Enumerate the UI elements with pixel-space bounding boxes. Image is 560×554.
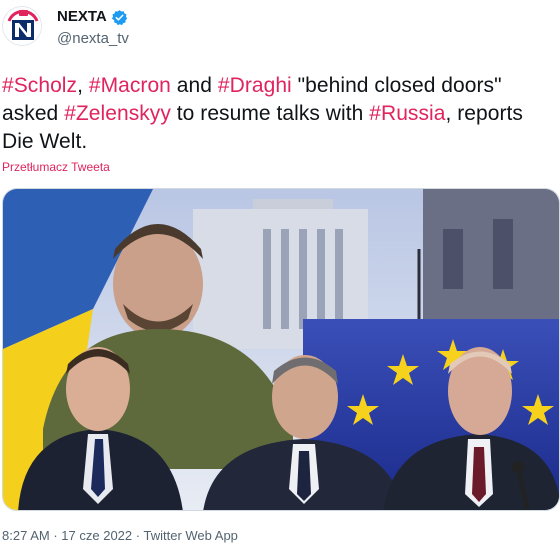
hashtag-link[interactable]: #Russia — [369, 102, 445, 125]
author-name[interactable]: NEXTA — [57, 8, 107, 26]
tweet-meta: 8:27 AM · 17 cze 2022 · Twitter Web App — [2, 528, 238, 544]
hashtag-link[interactable]: #Scholz — [2, 74, 77, 97]
verified-badge-icon — [111, 10, 128, 26]
tweet-text-segment: to resume talks with — [170, 102, 370, 125]
tweet-source[interactable]: Twitter Web App — [144, 528, 238, 543]
tweet-time[interactable]: 8:27 AM — [2, 528, 50, 543]
tweet-date[interactable]: 17 cze 2022 — [61, 528, 132, 543]
meta-separator: · — [136, 528, 144, 543]
tweet-text: #Scholz, #Macron and #Draghi "behind clo… — [2, 72, 554, 156]
hashtag-link[interactable]: #Zelenskyy — [64, 102, 171, 125]
separator-dot: · — [135, 528, 141, 543]
avatar[interactable] — [2, 6, 42, 46]
nexta-logo-icon — [4, 8, 41, 45]
author-handle[interactable]: @nexta_tv — [57, 30, 129, 48]
tweet-text-segment: , — [77, 74, 89, 97]
tweet-text-segment: and — [170, 74, 218, 97]
hashtag-link[interactable]: #Macron — [89, 74, 171, 97]
tweet: NEXTA @nexta_tv #Scholz, #Macron and #Dr… — [0, 0, 560, 554]
tweet-photo[interactable] — [2, 188, 560, 511]
hashtag-link[interactable]: #Draghi — [218, 74, 292, 97]
translate-link[interactable]: Przetłumacz Tweeta — [2, 160, 110, 175]
separator-dot: · — [53, 528, 58, 543]
photo-collage-image — [3, 189, 559, 510]
